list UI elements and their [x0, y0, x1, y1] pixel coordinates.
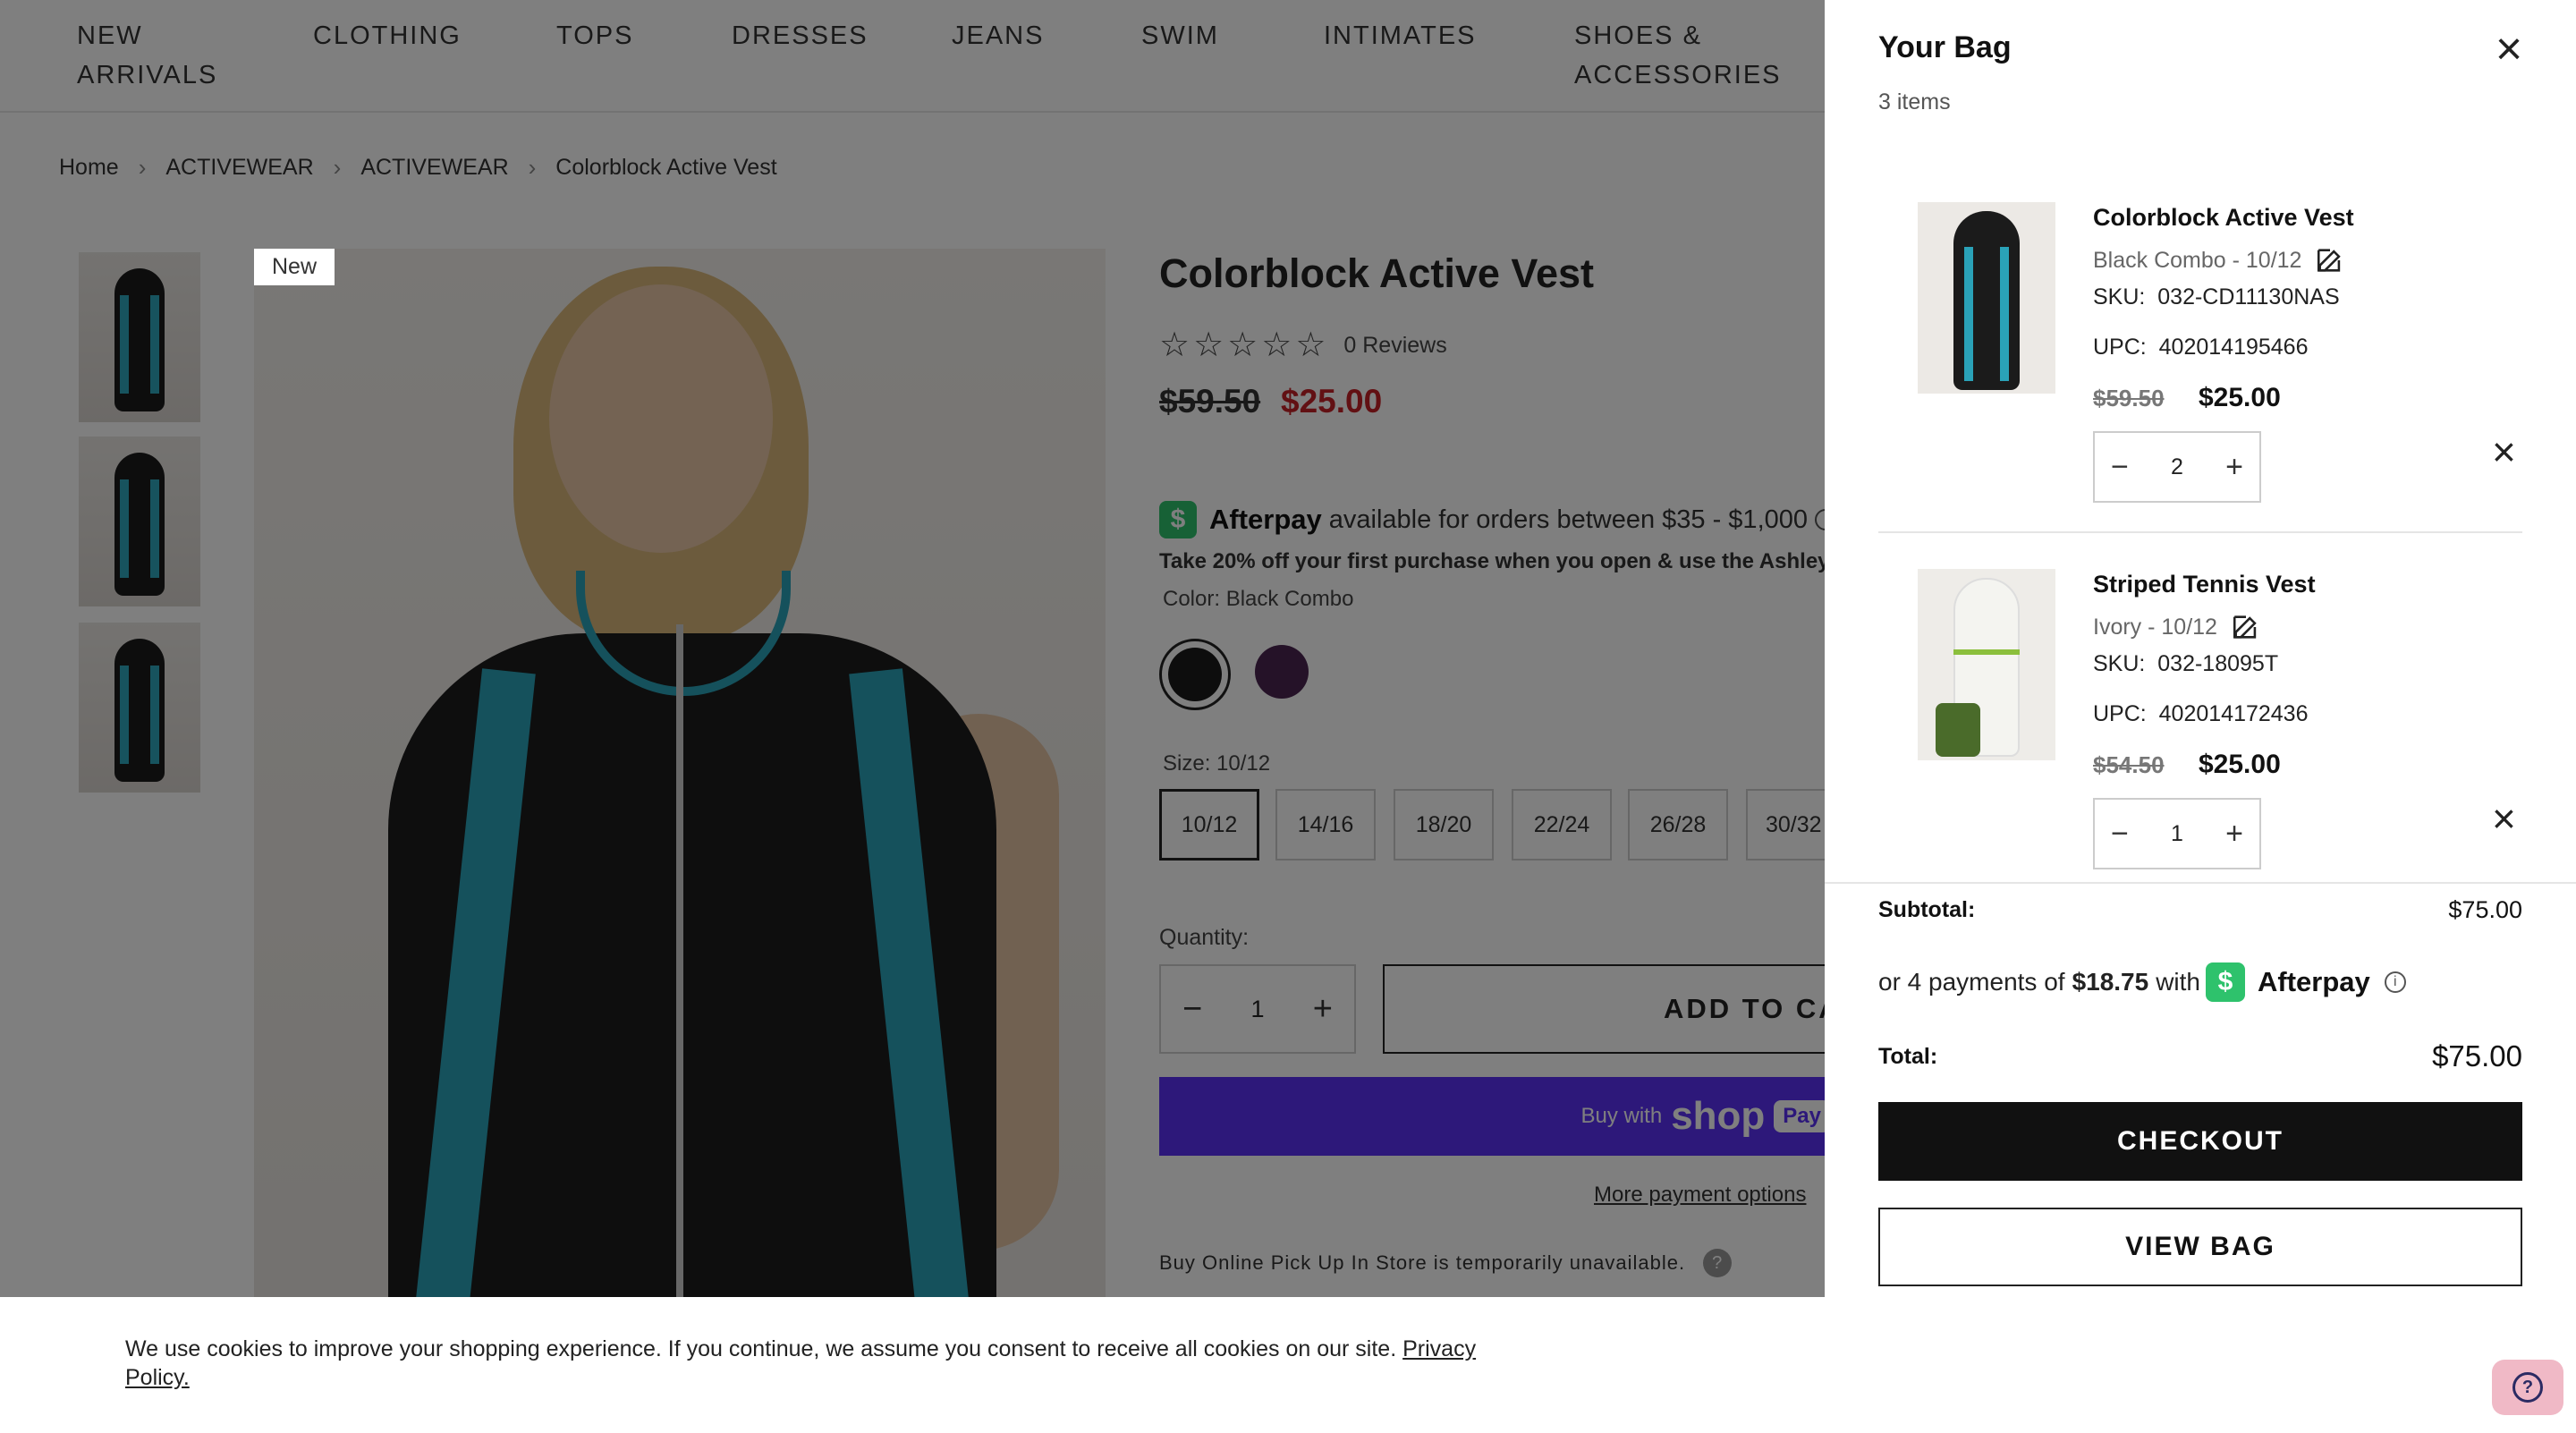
- afterpay-amount: $18.75: [2072, 968, 2149, 996]
- subtotal-row: Subtotal: $75.00: [1878, 896, 2522, 924]
- bag-item-sku: SKU: 032-18095T: [2093, 651, 2279, 676]
- bag-item: Striped Tennis Vest Ivory - 10/12 SKU: 0…: [1878, 569, 2522, 891]
- minus-icon[interactable]: −: [2111, 818, 2129, 849]
- bag-item-sku: SKU: 032-CD11130NAS: [2093, 284, 2340, 309]
- plus-icon[interactable]: +: [2225, 452, 2243, 482]
- bag-item-original-price: $59.50: [2093, 385, 2165, 411]
- afterpay-logo-icon: $: [2206, 962, 2245, 1002]
- checkout-button[interactable]: CHECKOUT: [1878, 1102, 2522, 1181]
- bag-item-image[interactable]: [1918, 202, 2055, 394]
- total-row: Total: $75.00: [1878, 1039, 2522, 1073]
- total-label: Total:: [1878, 1043, 1938, 1069]
- afterpay-prefix: or 4 payments of: [1878, 968, 2065, 996]
- bag-drawer: Your Bag × 3 items Colorblock Active Ves…: [1825, 0, 2576, 1297]
- bag-item-sale-price: $25.00: [2199, 750, 2281, 779]
- cookie-banner: We use cookies to improve your shopping …: [0, 1297, 2576, 1433]
- quantity-stepper: − 1 +: [2093, 798, 2261, 869]
- info-icon[interactable]: i: [2384, 971, 2406, 993]
- bag-item-upc: UPC: 402014195466: [2093, 335, 2309, 360]
- close-icon[interactable]: ×: [2487, 26, 2531, 72]
- summary-divider: [1825, 882, 2576, 884]
- subtotal-value: $75.00: [2448, 896, 2522, 923]
- bag-item-sale-price: $25.00: [2199, 383, 2281, 412]
- bag-item-name[interactable]: Colorblock Active Vest: [2093, 204, 2354, 232]
- bag-item-count: 3 items: [1878, 89, 1951, 114]
- bag-item-variant: Black Combo - 10/12: [2093, 245, 2346, 276]
- new-badge: New: [254, 249, 335, 285]
- bag-item-original-price: $54.50: [2093, 751, 2165, 778]
- subtotal-label: Subtotal:: [1878, 897, 1976, 922]
- bag-item: Colorblock Active Vest Black Combo - 10/…: [1878, 202, 2522, 524]
- bag-item-name[interactable]: Striped Tennis Vest: [2093, 571, 2316, 598]
- cookie-message: We use cookies to improve your shopping …: [125, 1336, 1477, 1390]
- afterpay-brand: Afterpay: [2258, 966, 2370, 997]
- total-value: $75.00: [2432, 1039, 2522, 1073]
- quantity-value[interactable]: 2: [2171, 454, 2183, 480]
- edit-icon[interactable]: [2230, 612, 2262, 642]
- item-divider: [1878, 531, 2522, 533]
- view-bag-button[interactable]: VIEW BAG: [1878, 1208, 2522, 1286]
- bag-item-variant: Ivory - 10/12: [2093, 612, 2262, 642]
- modal-overlay[interactable]: [0, 0, 1825, 1433]
- plus-icon[interactable]: +: [2225, 818, 2243, 849]
- quantity-value[interactable]: 1: [2171, 821, 2183, 847]
- bag-item-upc: UPC: 402014172436: [2093, 701, 2309, 726]
- bag-title: Your Bag: [1878, 30, 2012, 64]
- question-icon: ?: [2512, 1372, 2543, 1403]
- afterpay-installments: or 4 payments of $18.75 with $ Afterpay …: [1878, 962, 2406, 1002]
- minus-icon[interactable]: −: [2111, 452, 2129, 482]
- help-chat-button[interactable]: ?: [2492, 1360, 2563, 1415]
- quantity-stepper: − 2 +: [2093, 431, 2261, 503]
- afterpay-with: with: [2156, 968, 2200, 996]
- remove-item-icon[interactable]: ×: [2492, 798, 2516, 839]
- bag-item-image[interactable]: [1918, 569, 2055, 760]
- remove-item-icon[interactable]: ×: [2492, 431, 2516, 472]
- edit-icon[interactable]: [2314, 245, 2346, 276]
